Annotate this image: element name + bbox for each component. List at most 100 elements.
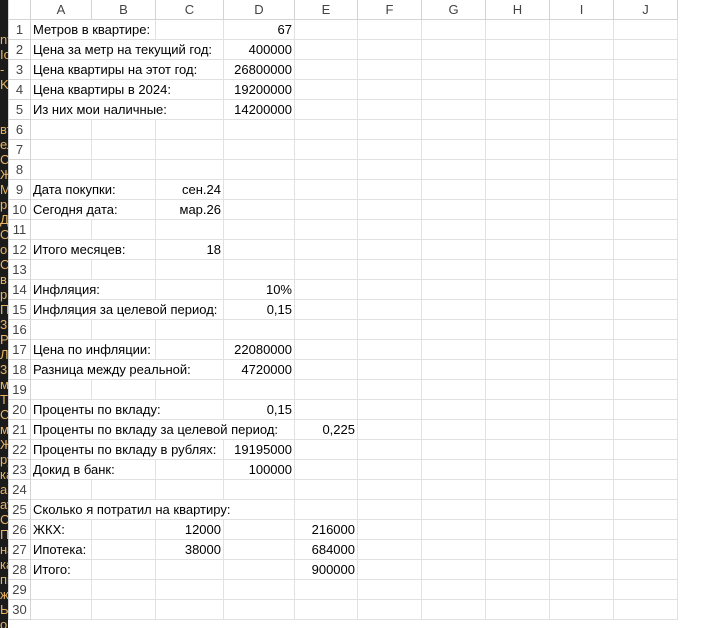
- cell-f17[interactable]: [357, 339, 422, 360]
- cell-f4[interactable]: [357, 79, 422, 100]
- cell-f16[interactable]: [357, 319, 422, 340]
- cell-d5[interactable]: 14200000: [223, 99, 295, 120]
- cell-f20[interactable]: [357, 399, 422, 420]
- cell-j12[interactable]: [613, 239, 678, 260]
- cell-e4[interactable]: [294, 79, 358, 100]
- cell-d19[interactable]: [223, 379, 295, 400]
- cell-e18[interactable]: [294, 359, 358, 380]
- cell-e3[interactable]: [294, 59, 358, 80]
- cell-a30[interactable]: [30, 599, 92, 620]
- cell-i3[interactable]: [549, 59, 614, 80]
- row-header[interactable]: 27: [8, 539, 31, 560]
- row-header[interactable]: 21: [8, 419, 31, 440]
- cell-c10[interactable]: мар.26: [155, 199, 224, 220]
- cell-c30[interactable]: [155, 599, 224, 620]
- cell-e1[interactable]: [294, 19, 358, 40]
- cell-i14[interactable]: [549, 279, 614, 300]
- cell-d20[interactable]: 0,15: [223, 399, 295, 420]
- cell-e5[interactable]: [294, 99, 358, 120]
- cell-d23[interactable]: 100000: [223, 459, 295, 480]
- cell-g16[interactable]: [421, 319, 486, 340]
- cell-f11[interactable]: [357, 219, 422, 240]
- cell-f6[interactable]: [357, 119, 422, 140]
- cell-d24[interactable]: [223, 479, 295, 500]
- row-header[interactable]: 13: [8, 259, 31, 280]
- cell-f8[interactable]: [357, 159, 422, 180]
- row-header[interactable]: 23: [8, 459, 31, 480]
- cell-j28[interactable]: [613, 559, 678, 580]
- cell-a11[interactable]: [30, 219, 92, 240]
- row-header[interactable]: 4: [8, 79, 31, 100]
- cell-f24[interactable]: [357, 479, 422, 500]
- cell-d27[interactable]: [223, 539, 295, 560]
- cell-d15[interactable]: 0,15: [223, 299, 295, 320]
- cell-i23[interactable]: [549, 459, 614, 480]
- cell-e24[interactable]: [294, 479, 358, 500]
- cell-e8[interactable]: [294, 159, 358, 180]
- cell-h30[interactable]: [485, 599, 550, 620]
- cell-i9[interactable]: [549, 179, 614, 200]
- cell-a8[interactable]: [30, 159, 92, 180]
- cell-i27[interactable]: [549, 539, 614, 560]
- cell-d30[interactable]: [223, 599, 295, 620]
- cell-a17[interactable]: Цена по инфляции:: [30, 339, 153, 360]
- cell-g17[interactable]: [421, 339, 486, 360]
- cell-i29[interactable]: [549, 579, 614, 600]
- cell-e12[interactable]: [294, 239, 358, 260]
- cell-g5[interactable]: [421, 99, 486, 120]
- cell-j23[interactable]: [613, 459, 678, 480]
- cell-a29[interactable]: [30, 579, 92, 600]
- cell-j15[interactable]: [613, 299, 678, 320]
- cell-j11[interactable]: [613, 219, 678, 240]
- cell-i2[interactable]: [549, 39, 614, 60]
- cell-e21[interactable]: 0,225: [294, 419, 358, 440]
- column-header-d[interactable]: D: [223, 0, 295, 20]
- cell-e9[interactable]: [294, 179, 358, 200]
- cell-f27[interactable]: [357, 539, 422, 560]
- cell-b6[interactable]: [91, 119, 156, 140]
- cell-g18[interactable]: [421, 359, 486, 380]
- cell-c14[interactable]: [155, 279, 224, 300]
- cell-j24[interactable]: [613, 479, 678, 500]
- cell-a19[interactable]: [30, 379, 92, 400]
- cell-h3[interactable]: [485, 59, 550, 80]
- cell-a3[interactable]: Цена квартиры на этот год:: [30, 59, 200, 80]
- column-header-j[interactable]: J: [613, 0, 678, 20]
- cell-c17[interactable]: [155, 339, 224, 360]
- cell-h17[interactable]: [485, 339, 550, 360]
- cell-i15[interactable]: [549, 299, 614, 320]
- cell-g27[interactable]: [421, 539, 486, 560]
- cell-d8[interactable]: [223, 159, 295, 180]
- cell-i1[interactable]: [549, 19, 614, 40]
- cell-d16[interactable]: [223, 319, 295, 340]
- cell-b26[interactable]: [91, 519, 156, 540]
- cell-h7[interactable]: [485, 139, 550, 160]
- cell-c20[interactable]: [155, 399, 224, 420]
- cell-a25[interactable]: Сколько я потратил на квартиру:: [30, 499, 233, 520]
- cell-h23[interactable]: [485, 459, 550, 480]
- cell-b24[interactable]: [91, 479, 156, 500]
- select-all-corner[interactable]: [8, 0, 31, 20]
- cell-f30[interactable]: [357, 599, 422, 620]
- cell-j3[interactable]: [613, 59, 678, 80]
- cell-g11[interactable]: [421, 219, 486, 240]
- cell-h19[interactable]: [485, 379, 550, 400]
- cell-j30[interactable]: [613, 599, 678, 620]
- cell-j8[interactable]: [613, 159, 678, 180]
- cell-e26[interactable]: 216000: [294, 519, 358, 540]
- row-header[interactable]: 2: [8, 39, 31, 60]
- cell-i7[interactable]: [549, 139, 614, 160]
- cell-a7[interactable]: [30, 139, 92, 160]
- cell-c1[interactable]: [155, 19, 224, 40]
- cell-a21[interactable]: Проценты по вкладу за целевой период:: [30, 419, 281, 440]
- row-header[interactable]: 5: [8, 99, 31, 120]
- cell-f12[interactable]: [357, 239, 422, 260]
- cell-g28[interactable]: [421, 559, 486, 580]
- cell-a24[interactable]: [30, 479, 92, 500]
- column-header-b[interactable]: B: [91, 0, 156, 20]
- cell-h15[interactable]: [485, 299, 550, 320]
- column-header-f[interactable]: F: [357, 0, 422, 20]
- cell-e11[interactable]: [294, 219, 358, 240]
- cell-d11[interactable]: [223, 219, 295, 240]
- cell-h22[interactable]: [485, 439, 550, 460]
